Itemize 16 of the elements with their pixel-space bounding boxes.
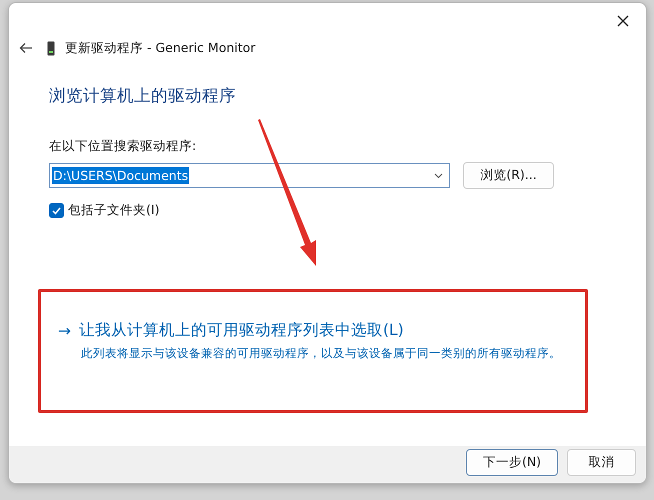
search-location-label: 在以下位置搜索驱动程序: <box>49 138 198 155</box>
browse-button[interactable]: 浏览(R)... <box>463 162 554 189</box>
back-arrow-icon <box>19 42 33 54</box>
dialog-button[interactable]: 取消 <box>567 449 636 476</box>
window-title: 更新驱动程序 - Generic Monitor <box>65 40 256 56</box>
dialog-button[interactable]: 下一步(N) <box>466 449 558 476</box>
page-heading: 浏览计算机上的驱动程序 <box>49 85 237 107</box>
monitor-device-icon <box>47 40 55 56</box>
path-combo-box[interactable]: D:\USERS\Documents <box>49 163 450 188</box>
checkmark-icon <box>52 206 61 214</box>
option-description: 此列表将显示与该设备兼容的可用驱动程序，以及与该设备属于同一类别的所有驱动程序。 <box>81 345 562 361</box>
include-subfolders-checkbox[interactable]: 包括子文件夹(I) <box>49 202 646 219</box>
close-icon <box>617 15 629 27</box>
chevron-down-icon <box>434 172 443 178</box>
checkbox-box[interactable] <box>49 203 64 218</box>
pick-driver-link[interactable]: → 让我从计算机上的可用驱动程序列表中选取(L) <box>58 320 585 341</box>
